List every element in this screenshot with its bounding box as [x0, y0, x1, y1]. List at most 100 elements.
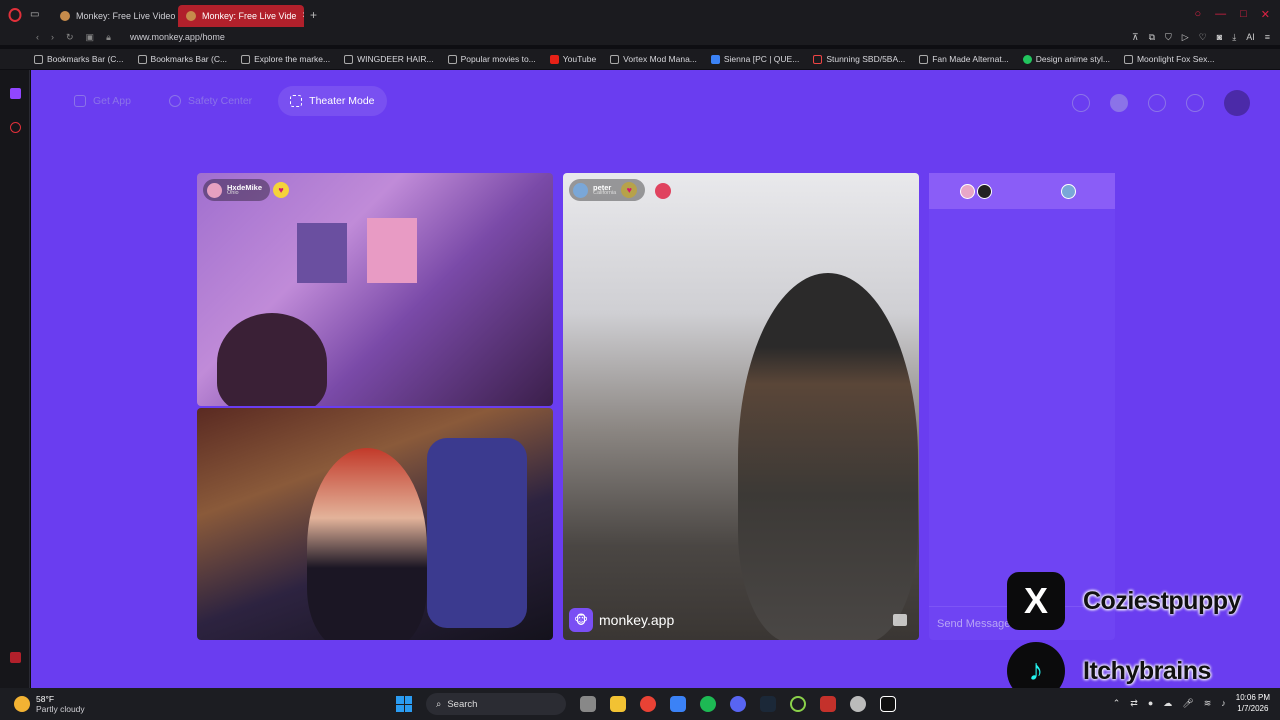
- tab-label: Monkey: Free Live Video C: [76, 10, 178, 21]
- user-badge[interactable]: peter California ♥: [569, 179, 646, 201]
- tab-monkey-2[interactable]: Monkey: Free Live Vide ×: [178, 4, 304, 27]
- chat-bubble-icon[interactable]: [1186, 94, 1204, 112]
- ai-button[interactable]: AI: [1246, 32, 1255, 43]
- new-tab-button[interactable]: +: [304, 8, 317, 22]
- steam-icon[interactable]: [760, 696, 776, 712]
- download-icon[interactable]: ⤓: [1232, 32, 1236, 43]
- reload-icon[interactable]: ↻: [66, 32, 74, 43]
- gx-icon[interactable]: [10, 652, 21, 663]
- hanging-shirt: [297, 223, 347, 283]
- tiktok-handle: Itchybrains: [1083, 656, 1211, 685]
- monkey-favicon-icon: [60, 10, 70, 21]
- bookmark-item[interactable]: YouTube: [549, 54, 596, 64]
- twitch-icon[interactable]: [10, 88, 21, 99]
- video-feed-bottom-left: [197, 408, 553, 640]
- bookmark-item[interactable]: Design anime styl...: [1022, 54, 1110, 64]
- maximize-icon[interactable]: □: [1240, 8, 1247, 21]
- coin-icon[interactable]: [1110, 94, 1128, 112]
- opera-logo-icon[interactable]: [0, 0, 30, 29]
- hanging-shirt: [367, 218, 417, 283]
- avatar: [959, 183, 975, 199]
- search-icon[interactable]: ○: [1194, 8, 1201, 21]
- browser-sidebar: [0, 70, 30, 688]
- page-icon: [1022, 54, 1032, 64]
- page-icon: [241, 54, 251, 64]
- bookmark-item[interactable]: Fan Made Alternat...: [919, 54, 1009, 64]
- sync-icon[interactable]: ⇄: [1130, 698, 1138, 709]
- discord-icon[interactable]: [730, 696, 746, 712]
- tab-monkey-1[interactable]: Monkey: Free Live Video C: [52, 5, 178, 27]
- chat-tab-partner[interactable]: [1022, 173, 1115, 209]
- avatar: [1061, 183, 1076, 199]
- microphone-icon[interactable]: 🎤︎: [1182, 698, 1193, 709]
- heart-icon[interactable]: ♡: [1199, 32, 1207, 43]
- bookmark-item[interactable]: Bookmarks Bar (C...: [137, 54, 227, 64]
- avatar: [573, 182, 588, 198]
- file-explorer-icon[interactable]: [610, 696, 626, 712]
- pin-icon[interactable]: ⊼: [1132, 32, 1139, 43]
- tab-menu-icon[interactable]: ▭: [30, 9, 52, 20]
- forward-icon[interactable]: ›: [51, 32, 54, 43]
- back-icon[interactable]: ‹: [36, 32, 39, 43]
- bookmark-item[interactable]: Stunning SBD/5BA...: [813, 54, 905, 64]
- camera-icon[interactable]: ▣: [86, 32, 95, 43]
- snapshot-icon[interactable]: ⧉: [1149, 32, 1155, 43]
- spotify-icon[interactable]: [700, 696, 716, 712]
- safety-center-button[interactable]: Safety Center: [157, 86, 264, 116]
- expand-icon: [290, 95, 303, 107]
- heart-icon[interactable]: ♥: [621, 182, 638, 198]
- start-icon[interactable]: [396, 696, 412, 712]
- chat-tab-duo[interactable]: [929, 173, 1022, 209]
- heart-icon[interactable]: ♥: [273, 182, 289, 198]
- phone-icon: [74, 95, 86, 107]
- avatar[interactable]: [1224, 90, 1250, 116]
- capcut-icon[interactable]: [880, 696, 896, 712]
- page-icon: [919, 54, 929, 64]
- copilot-icon[interactable]: [670, 696, 686, 712]
- monkey-watermark: 🐵︎ monkey.app: [569, 608, 674, 632]
- streaming-app-icon[interactable]: [820, 696, 836, 712]
- report-flag-icon[interactable]: [655, 183, 671, 199]
- taskbar-search[interactable]: ⌕ Search: [426, 693, 566, 715]
- skip-icon[interactable]: [893, 614, 907, 626]
- search-icon[interactable]: [1072, 94, 1090, 112]
- video-feed-top-left: HxdeMike Ohio ♥: [197, 173, 553, 406]
- history-icon[interactable]: [1148, 94, 1166, 112]
- minimize-icon[interactable]: —: [1215, 8, 1226, 21]
- get-app-button[interactable]: Get App: [62, 86, 143, 116]
- page-icon: [610, 54, 620, 64]
- app-tray-icon[interactable]: ●: [1148, 698, 1153, 708]
- bookmark-item[interactable]: Popular movies to...: [447, 54, 536, 64]
- shield-icon[interactable]: ⛉: [1165, 32, 1172, 43]
- profile-icon[interactable]: ◙: [1217, 32, 1222, 43]
- monkey-logo-icon: 🐵︎: [569, 608, 593, 632]
- task-view-icon[interactable]: [580, 696, 596, 712]
- cloud-icon[interactable]: ☁︎: [1163, 698, 1172, 709]
- bookmark-item[interactable]: Sienna [PC | QUE...: [710, 54, 799, 64]
- system-tray: ⌃ ⇄ ● ☁︎ 🎤︎ ≋ ♪ 10:06 PM 1/7/2026: [1113, 692, 1270, 714]
- tab-label: Monkey: Free Live Vide: [202, 10, 297, 21]
- bookmark-item[interactable]: WINGDEER HAIR...: [344, 54, 434, 64]
- chevron-up-icon[interactable]: ⌃: [1113, 698, 1121, 709]
- theater-mode-button[interactable]: Theater Mode: [278, 86, 387, 116]
- clock[interactable]: 10:06 PM 1/7/2026: [1236, 692, 1270, 714]
- url-field[interactable]: www.monkey.app/home: [130, 32, 225, 42]
- opera-settings-icon[interactable]: [10, 122, 21, 133]
- close-window-icon[interactable]: ✕: [1261, 8, 1270, 21]
- weather-widget[interactable]: 58°F Partly cloudy: [0, 694, 300, 714]
- opera-gx-icon[interactable]: [790, 696, 806, 712]
- browser-tab-bar: ▭ Monkey: Free Live Video C Monkey: Free…: [0, 0, 1280, 29]
- bookmark-item[interactable]: Vortex Mod Mana...: [610, 54, 697, 64]
- bookmark-item[interactable]: Explore the marke...: [241, 54, 330, 64]
- play-icon[interactable]: ▷: [1182, 32, 1189, 43]
- speaker-icon[interactable]: ♪: [1221, 698, 1226, 708]
- chrome-icon[interactable]: [640, 696, 656, 712]
- wifi-icon[interactable]: ≋: [1204, 698, 1212, 709]
- page-icon: [447, 54, 457, 64]
- bookmark-item[interactable]: Bookmarks Bar (C...: [34, 54, 124, 64]
- youtube-icon: [549, 54, 559, 64]
- menu-icon[interactable]: ≡: [1265, 32, 1270, 43]
- user-badge[interactable]: HxdeMike Ohio: [203, 179, 271, 201]
- bookmark-item[interactable]: Moonlight Fox Sex...: [1123, 54, 1214, 64]
- app-icon[interactable]: [850, 696, 866, 712]
